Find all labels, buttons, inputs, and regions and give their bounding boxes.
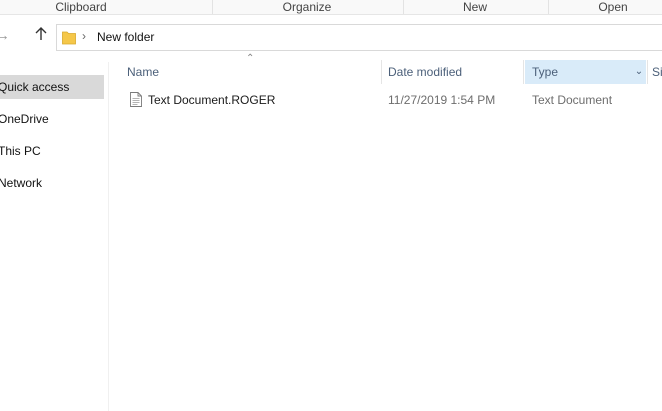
ribbon-group-clipboard: Clipboard (55, 0, 107, 14)
ribbon-group-open: Open (598, 0, 628, 14)
sidebar-item-label: Quick access (0, 80, 70, 94)
sidebar-item-quick-access[interactable]: Quick access (0, 75, 104, 99)
sidebar-item-this-pc[interactable]: This PC (0, 139, 104, 163)
text-document-icon (130, 92, 142, 107)
sidebar-item-label: OneDrive (0, 112, 49, 126)
up-arrow-icon (35, 27, 47, 40)
chevron-right-icon: › (82, 29, 86, 43)
file-date-modified: 11/27/2019 1:54 PM (388, 93, 496, 107)
navigation-pane: Quick access OneDrive This PC Network (0, 62, 109, 411)
column-header-type[interactable]: Type (532, 60, 627, 84)
sidebar-item-label: This PC (0, 144, 41, 158)
chevron-down-icon: ⌄ (634, 66, 644, 77)
ribbon-group-new: New (462, 0, 487, 14)
column-header-name[interactable]: Name (127, 60, 377, 84)
sidebar-item-network[interactable]: Network (0, 171, 104, 195)
column-header-size[interactable]: Size (652, 60, 662, 84)
column-filter-dropdown[interactable]: ⌄ (632, 60, 646, 84)
forward-arrow-icon: → (0, 27, 10, 44)
column-divider[interactable] (647, 60, 648, 84)
folder-icon (62, 31, 76, 45)
column-divider[interactable] (523, 60, 524, 84)
address-bar[interactable]: › New folder (56, 24, 662, 51)
breadcrumb-new-folder[interactable]: New folder (97, 30, 154, 44)
ribbon-group-organize: Organize (282, 0, 332, 14)
sidebar-item-label: Network (0, 176, 43, 190)
column-divider[interactable] (381, 60, 382, 84)
ribbon-group-labels: Clipboard Organize New Open (0, 0, 662, 15)
file-name: Text Document.ROGER (148, 93, 276, 107)
forward-button[interactable]: → (0, 26, 10, 46)
column-header-date-modified[interactable]: Date modified (388, 60, 518, 84)
file-type: Text Document (532, 93, 613, 107)
sidebar-item-onedrive[interactable]: OneDrive (0, 107, 104, 131)
file-row[interactable]: Text Document.ROGER 11/27/2019 1:54 PM T… (126, 89, 662, 111)
up-button[interactable] (35, 27, 47, 47)
